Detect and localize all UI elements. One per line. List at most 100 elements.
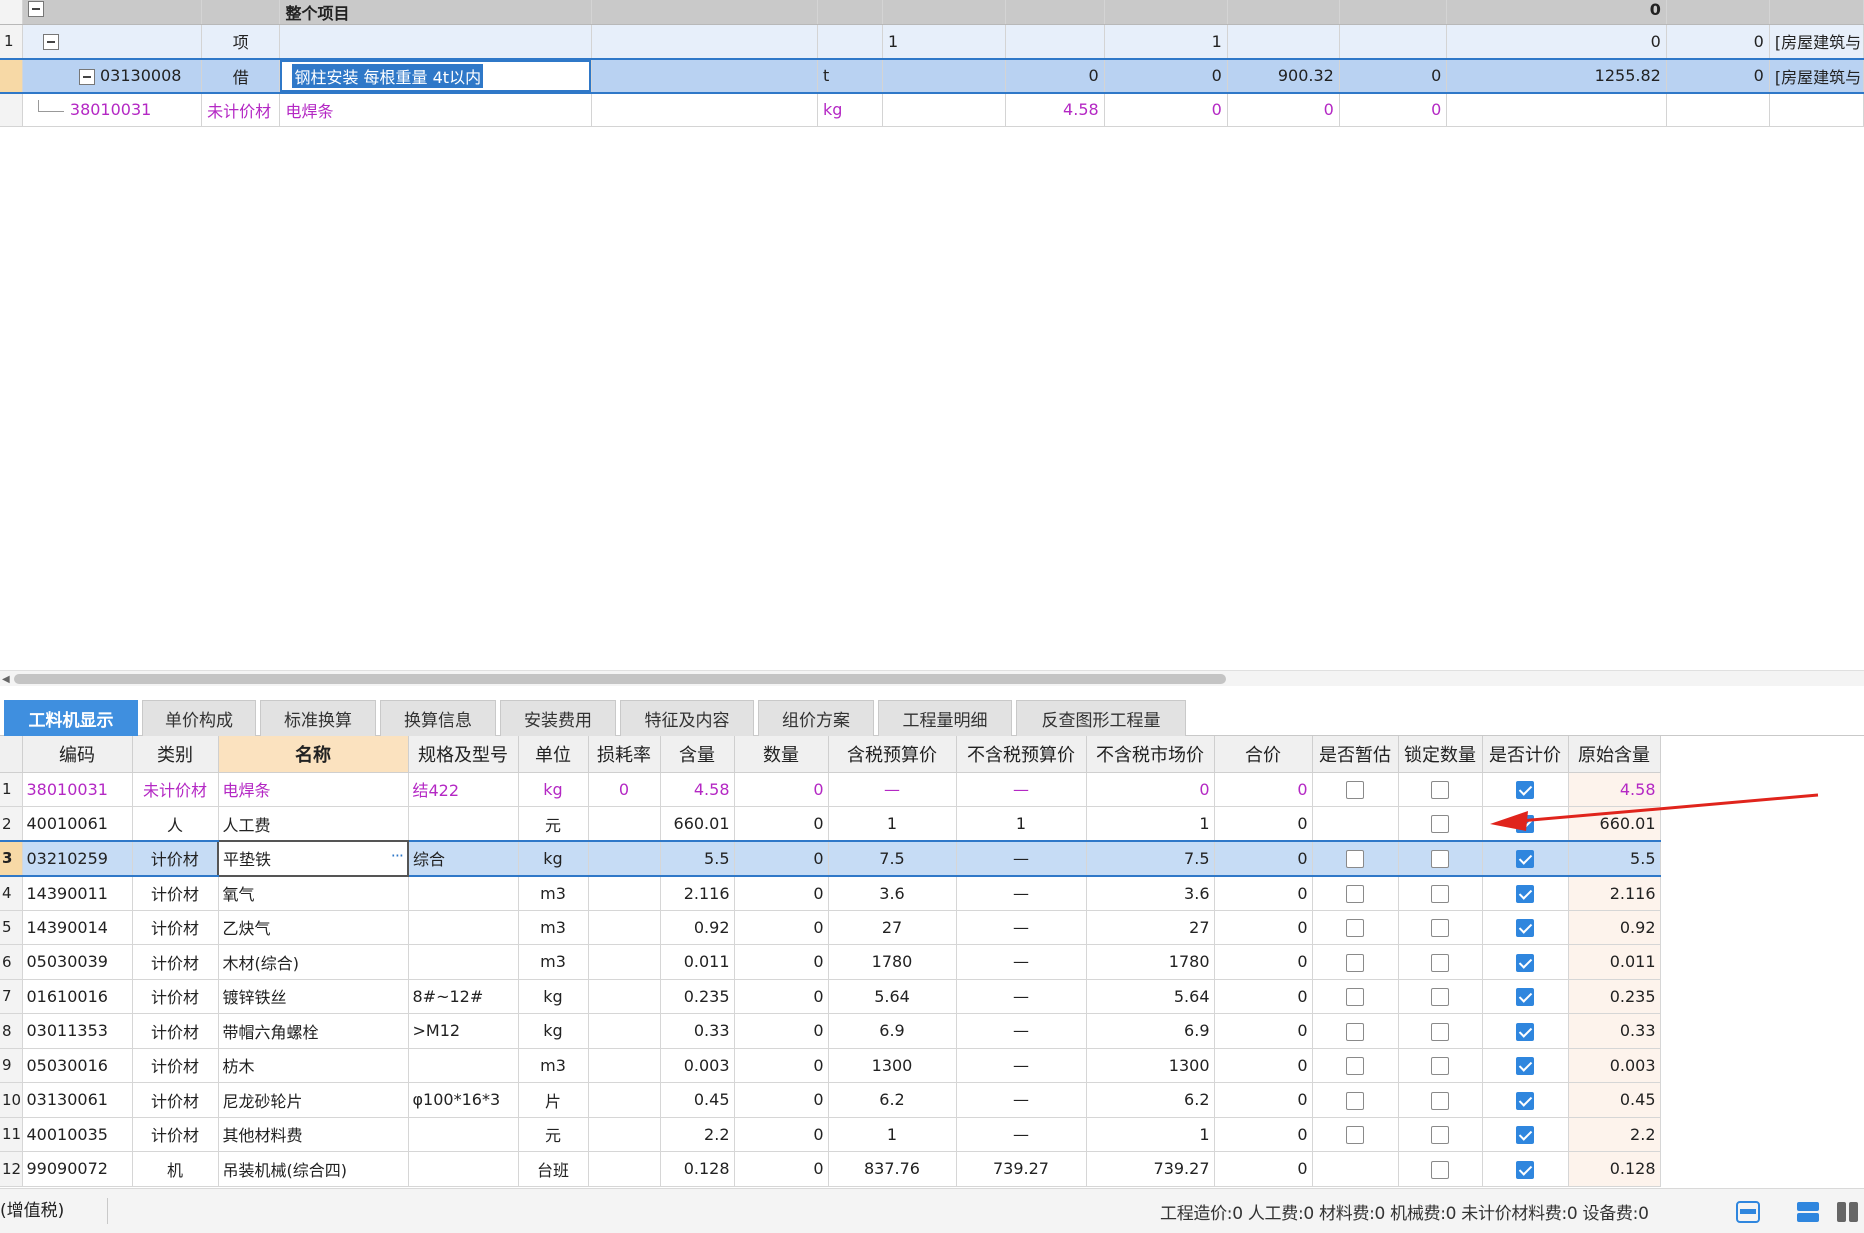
header-priced[interactable]: 是否计价 xyxy=(1482,736,1569,773)
cell-lock[interactable] xyxy=(1398,1117,1483,1152)
tab-standard-conversion[interactable]: 标准换算 xyxy=(260,700,376,736)
scrollbar-thumb[interactable] xyxy=(14,674,1226,684)
lock-checkbox[interactable] xyxy=(1431,850,1449,868)
cell-content[interactable]: 2.116 xyxy=(660,875,735,911)
cell-name[interactable]: 吊装机械(综合四) xyxy=(218,1151,409,1187)
cell-spec[interactable] xyxy=(408,1117,519,1152)
cell-name[interactable]: 木材(综合) xyxy=(218,944,409,980)
header-notax-price[interactable]: 不含税预算价 xyxy=(956,736,1087,773)
table-row[interactable]: 3 03210259 计价材 平垫铁 ··· 综合 kg 5.5 0 7.5—7.5 0 5.5 xyxy=(0,840,1661,877)
cell-content[interactable]: 660.01 xyxy=(660,806,735,842)
cell-lock[interactable] xyxy=(1398,840,1483,877)
est-checkbox[interactable] xyxy=(1346,1057,1364,1075)
cell-content[interactable]: 0.011 xyxy=(660,944,735,980)
header-total[interactable]: 合价 xyxy=(1214,736,1313,773)
cell-name[interactable]: 其他材料费 xyxy=(218,1117,409,1152)
cell-priced[interactable] xyxy=(1482,979,1569,1014)
lock-checkbox[interactable] xyxy=(1431,988,1449,1006)
tab-reverse-lookup[interactable]: 反查图形工程量 xyxy=(1016,700,1186,736)
cell-spec[interactable]: >M12 xyxy=(408,1013,519,1049)
cell-content[interactable]: 0.235 xyxy=(660,979,735,1014)
table-row[interactable]: 2 40010061 人人工费元 660.01 0 1 1 1 0 660.01 xyxy=(0,806,1661,842)
table-row[interactable]: 12 99090072 机吊装机械(综合四) 台班 0.128 0 837.76 739.27… xyxy=(0,1151,1661,1187)
header-code[interactable]: 编码 xyxy=(22,736,133,773)
cell-content[interactable]: 4.58 xyxy=(660,772,735,807)
cell-spec[interactable] xyxy=(408,910,519,945)
cell-priced[interactable] xyxy=(1482,910,1569,945)
header-type[interactable]: 类别 xyxy=(132,736,219,773)
cell-priced[interactable] xyxy=(1482,1151,1569,1187)
header-lock-qty[interactable]: 锁定数量 xyxy=(1398,736,1483,773)
cell-lock[interactable] xyxy=(1398,806,1483,842)
more-options-icon[interactable]: ··· xyxy=(391,846,404,865)
cell-name[interactable]: 乙炔气 xyxy=(218,910,409,945)
cell-name[interactable]: 带帽六角螺栓 xyxy=(218,1013,409,1049)
lock-checkbox[interactable] xyxy=(1431,1057,1449,1075)
tree-row-sub[interactable]: 38010031 未计价材 电焊条 kg 4.58 0 0 0 xyxy=(0,92,1864,127)
est-checkbox[interactable] xyxy=(1346,1091,1364,1110)
header-spec[interactable]: 规格及型号 xyxy=(408,736,519,773)
cell-est[interactable] xyxy=(1312,772,1399,807)
cell-est[interactable] xyxy=(1312,840,1399,877)
cell-lock[interactable] xyxy=(1398,875,1483,911)
table-row[interactable]: 6 05030039 计价材 木材(综合) m3 0.011 0 1780—1780 0 0.01… xyxy=(0,944,1661,980)
tab-quantity-detail[interactable]: 工程量明细 xyxy=(878,700,1012,736)
cell-priced[interactable] xyxy=(1482,840,1569,877)
header-content[interactable]: 含量 xyxy=(660,736,735,773)
cell-content[interactable]: 0.128 xyxy=(660,1151,735,1187)
lock-checkbox[interactable] xyxy=(1431,1091,1449,1110)
layout-stack-icon[interactable] xyxy=(1796,1201,1820,1223)
lock-checkbox[interactable] xyxy=(1431,1022,1449,1041)
cell-name[interactable]: 电焊条 xyxy=(218,772,409,807)
header-market-price[interactable]: 不含税市场价 xyxy=(1086,736,1215,773)
tab-conversion-info[interactable]: 换算信息 xyxy=(380,700,496,736)
table-row[interactable]: 4 14390011 计价材 氧气 m3 2.116 0 3.6—3.6 0 2.116 xyxy=(0,875,1661,911)
tab-features[interactable]: 特征及内容 xyxy=(620,700,754,736)
cell-est[interactable] xyxy=(1312,944,1399,980)
cell-est[interactable] xyxy=(1312,1117,1399,1152)
cell-lock[interactable] xyxy=(1398,944,1483,980)
est-checkbox[interactable] xyxy=(1346,919,1364,937)
cell-name[interactable]: 氧气 xyxy=(218,875,409,911)
cell-content[interactable]: 0.45 xyxy=(660,1082,735,1118)
tab-labor-material-machine[interactable]: 工料机显示 xyxy=(4,700,138,736)
tree-row-root[interactable]: 整个项目 0 xyxy=(0,0,1864,25)
lock-checkbox[interactable] xyxy=(1431,1126,1449,1144)
header-unit[interactable]: 单位 xyxy=(518,736,589,773)
table-row[interactable]: 1 38010031 未计价材 电焊条 结422 kg 0 4.58 0— —0 0 4.58 xyxy=(0,772,1661,807)
cell-lock[interactable] xyxy=(1398,1013,1483,1049)
cell-lock[interactable] xyxy=(1398,1082,1483,1118)
est-checkbox[interactable] xyxy=(1346,884,1364,903)
cell-spec[interactable] xyxy=(408,1151,519,1187)
cell-spec[interactable] xyxy=(408,1048,519,1083)
cell-priced[interactable] xyxy=(1482,1117,1569,1152)
est-checkbox[interactable] xyxy=(1346,953,1364,972)
cell-content[interactable]: 5.5 xyxy=(660,840,735,877)
table-row[interactable]: 5 14390014 计价材 乙炔气 m3 0.92 0 27—27 0 0.92 xyxy=(0,910,1661,945)
cell-spec[interactable]: 8#~12# xyxy=(408,979,519,1014)
tree-row-selected[interactable]: 03130008 借 钢柱安装 每根重量 4t以内 t 0 0 900.32 0… xyxy=(0,57,1864,94)
cell-est[interactable] xyxy=(1312,1013,1399,1049)
cell-est[interactable] xyxy=(1312,910,1399,945)
layout-split-icon[interactable] xyxy=(1836,1201,1860,1223)
priced-checkbox[interactable] xyxy=(1516,1091,1534,1110)
header-estimate[interactable]: 是否暂估 xyxy=(1312,736,1399,773)
lock-checkbox[interactable] xyxy=(1431,1160,1449,1179)
cell-priced[interactable] xyxy=(1482,1082,1569,1118)
cell-est[interactable] xyxy=(1312,1082,1399,1118)
cell-lock[interactable] xyxy=(1398,1151,1483,1187)
cell-content[interactable]: 2.2 xyxy=(660,1117,735,1152)
lock-checkbox[interactable] xyxy=(1431,781,1449,799)
scroll-left-icon[interactable]: ◀ xyxy=(2,674,10,685)
cell-spec[interactable] xyxy=(408,875,519,911)
layout-horizontal-icon[interactable] xyxy=(1736,1201,1760,1223)
priced-checkbox[interactable] xyxy=(1516,953,1534,972)
est-checkbox[interactable] xyxy=(1346,850,1364,868)
priced-checkbox[interactable] xyxy=(1516,1160,1534,1179)
est-checkbox[interactable] xyxy=(1346,988,1364,1006)
priced-checkbox[interactable] xyxy=(1516,988,1534,1006)
priced-checkbox[interactable] xyxy=(1516,919,1534,937)
header-name[interactable]: 名称 xyxy=(218,736,409,773)
cell-name[interactable]: 枋木 xyxy=(218,1048,409,1083)
cell-priced[interactable] xyxy=(1482,1013,1569,1049)
